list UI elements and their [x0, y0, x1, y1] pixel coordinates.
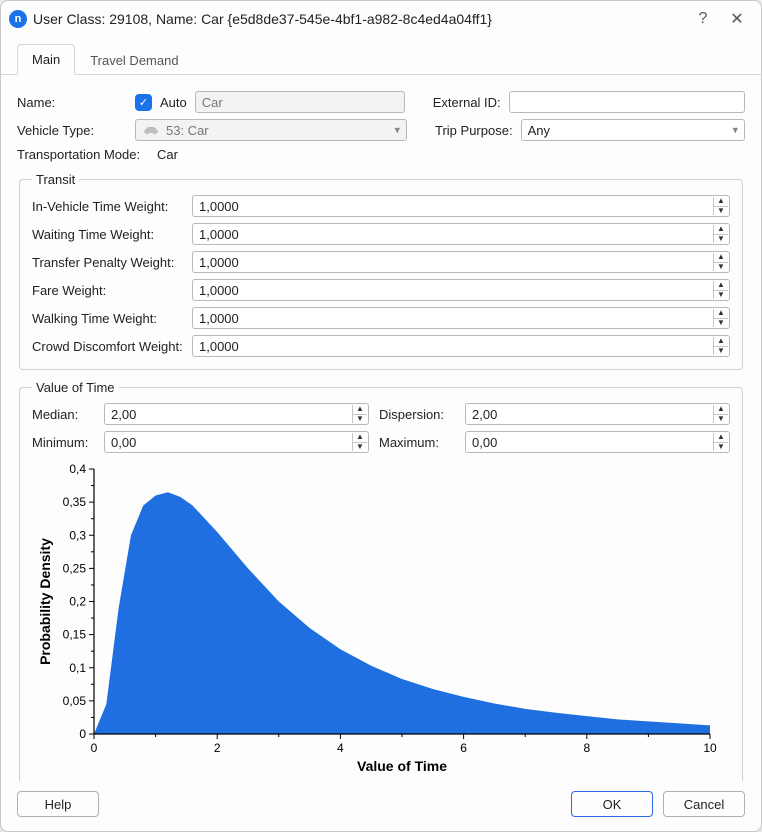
- svg-text:2: 2: [214, 741, 221, 755]
- svg-text:Value of Time: Value of Time: [357, 758, 447, 774]
- tab-content: Name: ✓ Auto External ID: Vehicle Type: …: [1, 75, 761, 781]
- window-title: User Class: 29108, Name: Car {e5d8de37-5…: [33, 11, 683, 27]
- walking-label: Walking Time Weight:: [32, 311, 192, 326]
- tab-main[interactable]: Main: [17, 44, 75, 75]
- minimum-label: Minimum:: [32, 435, 94, 450]
- crowd-weight-input[interactable]: 1,0000 ▲▼: [192, 335, 730, 357]
- median-input[interactable]: 2,00 ▲▼: [104, 403, 369, 425]
- fare-weight-input[interactable]: 1,0000 ▲▼: [192, 279, 730, 301]
- close-icon[interactable]: ✕: [723, 5, 751, 33]
- spinner-buttons[interactable]: ▲▼: [713, 197, 728, 215]
- svg-text:Probability Density: Probability Density: [37, 538, 53, 665]
- fare-label: Fare Weight:: [32, 283, 192, 298]
- svg-text:0,4: 0,4: [69, 462, 86, 476]
- walking-weight-input[interactable]: 1,0000 ▲▼: [192, 307, 730, 329]
- trip-purpose-label: Trip Purpose:: [435, 123, 513, 138]
- vehicle-type-label: Vehicle Type:: [17, 123, 127, 138]
- vehicle-type-select[interactable]: 53: Car ▾: [135, 119, 407, 141]
- dialog-window: n User Class: 29108, Name: Car {e5d8de37…: [0, 0, 762, 832]
- auto-label: Auto: [160, 95, 187, 110]
- maximum-label: Maximum:: [379, 435, 455, 450]
- svg-text:0,35: 0,35: [63, 495, 87, 509]
- svg-text:4: 4: [337, 741, 344, 755]
- ok-button[interactable]: OK: [571, 791, 653, 817]
- transport-mode-label: Transportation Mode:: [17, 147, 149, 162]
- in-vehicle-label: In-Vehicle Time Weight:: [32, 199, 192, 214]
- help-icon[interactable]: ?: [689, 5, 717, 33]
- vot-chart: 0 0,05 0,1 0,15 0,2 0,25 0,3 0,35 0,4 0 2 4 6 8 10 Valu…: [32, 459, 730, 781]
- car-icon: [142, 124, 160, 136]
- trip-purpose-select[interactable]: Any ▾: [521, 119, 745, 141]
- crowd-label: Crowd Discomfort Weight:: [32, 339, 192, 354]
- svg-text:6: 6: [460, 741, 467, 755]
- spinner-buttons[interactable]: ▲▼: [713, 433, 728, 451]
- cancel-button[interactable]: Cancel: [663, 791, 745, 817]
- svg-text:0,2: 0,2: [69, 595, 86, 609]
- svg-text:0,05: 0,05: [63, 694, 87, 708]
- chevron-down-icon: ▾: [732, 124, 738, 137]
- dialog-footer: Help OK Cancel: [1, 781, 761, 831]
- help-button[interactable]: Help: [17, 791, 99, 817]
- dispersion-input[interactable]: 2,00 ▲▼: [465, 403, 730, 425]
- tab-travel-demand[interactable]: Travel Demand: [75, 45, 193, 75]
- row-vehicle-type: Vehicle Type: 53: Car ▾ Trip Purpose: An…: [17, 119, 745, 141]
- spinner-buttons[interactable]: ▲▼: [713, 309, 728, 327]
- spinner-buttons[interactable]: ▲▼: [352, 433, 367, 451]
- in-vehicle-weight-input[interactable]: 1,0000 ▲▼: [192, 195, 730, 217]
- external-id-label: External ID:: [433, 95, 501, 110]
- app-icon: n: [9, 10, 27, 28]
- transfer-label: Transfer Penalty Weight:: [32, 255, 192, 270]
- titlebar: n User Class: 29108, Name: Car {e5d8de37…: [1, 1, 761, 37]
- svg-text:10: 10: [703, 741, 717, 755]
- name-label: Name:: [17, 95, 127, 110]
- vehicle-type-value: 53: Car: [166, 123, 209, 138]
- minimum-input[interactable]: 0,00 ▲▼: [104, 431, 369, 453]
- check-icon: ✓: [139, 96, 148, 109]
- svg-text:8: 8: [583, 741, 590, 755]
- svg-text:0,1: 0,1: [69, 661, 86, 675]
- spinner-buttons[interactable]: ▲▼: [713, 253, 728, 271]
- chart-svg: 0 0,05 0,1 0,15 0,2 0,25 0,3 0,35 0,4 0 2 4 6 8 10 Valu…: [32, 459, 722, 779]
- transit-legend: Transit: [32, 172, 79, 187]
- median-label: Median:: [32, 407, 94, 422]
- spinner-buttons[interactable]: ▲▼: [713, 225, 728, 243]
- row-name: Name: ✓ Auto External ID:: [17, 91, 745, 113]
- external-id-input[interactable]: [509, 91, 745, 113]
- spinner-buttons[interactable]: ▲▼: [713, 281, 728, 299]
- tabs: Main Travel Demand: [1, 37, 761, 75]
- transport-mode-value: Car: [157, 147, 178, 162]
- trip-purpose-value: Any: [528, 123, 550, 138]
- svg-text:0: 0: [91, 741, 98, 755]
- transfer-weight-input[interactable]: 1,0000 ▲▼: [192, 251, 730, 273]
- svg-text:0,25: 0,25: [63, 561, 87, 575]
- maximum-input[interactable]: 0,00 ▲▼: [465, 431, 730, 453]
- auto-checkbox[interactable]: ✓: [135, 94, 152, 111]
- waiting-label: Waiting Time Weight:: [32, 227, 192, 242]
- value-of-time-group: Value of Time Median: 2,00 ▲▼ Dispersion…: [19, 380, 743, 781]
- spinner-buttons[interactable]: ▲▼: [713, 337, 728, 355]
- row-transport-mode: Transportation Mode: Car: [17, 147, 745, 162]
- spinner-buttons[interactable]: ▲▼: [352, 405, 367, 423]
- waiting-weight-input[interactable]: 1,0000 ▲▼: [192, 223, 730, 245]
- svg-text:0,3: 0,3: [69, 528, 86, 542]
- svg-text:0: 0: [79, 727, 86, 741]
- transit-group: Transit In-Vehicle Time Weight: 1,0000 ▲…: [19, 172, 743, 370]
- name-input[interactable]: [195, 91, 405, 113]
- svg-text:0,15: 0,15: [63, 628, 87, 642]
- chevron-down-icon: ▾: [394, 124, 400, 137]
- spinner-buttons[interactable]: ▲▼: [713, 405, 728, 423]
- dispersion-label: Dispersion:: [379, 407, 455, 422]
- vot-legend: Value of Time: [32, 380, 119, 395]
